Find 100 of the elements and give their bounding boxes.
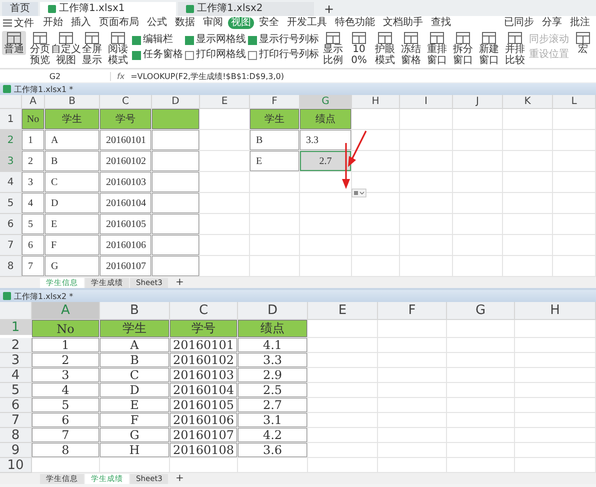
ribbon-button[interactable]: 100% [347,31,371,66]
empty-cell [152,235,200,256]
ribbon-button[interactable]: 普通 [2,31,26,55]
checkbox-option[interactable]: 任务窗格 [132,49,183,61]
toolbar-link[interactable]: 已同步 [501,17,537,29]
column-header[interactable]: B [100,302,170,320]
window-icon [430,32,444,44]
checkbox[interactable] [185,36,194,44]
table-cell: H [100,443,170,458]
ribbon-button[interactable]: 阅读模式 [106,31,130,66]
row-header[interactable]: 1 [0,109,22,130]
menu-tab[interactable]: 文档助手 [380,17,426,29]
table-cell: 20160101 [100,130,152,151]
ribbon-button[interactable]: 宏 [571,31,595,55]
column-header[interactable]: F [378,302,447,320]
checkbox-option[interactable]: 编辑栏 [132,34,183,46]
document-tab[interactable]: 工作簿1.xlsx2 [178,2,314,16]
menu-tab[interactable]: 开始 [40,17,66,29]
formula-field[interactable]: =VLOOKUP(F2,学生成绩!$B$1:D$9,3,0) [130,70,284,82]
column-header[interactable]: J [453,95,503,109]
table-cell: 2 [32,353,100,368]
menu-tab[interactable]: 开发工具 [284,17,330,29]
ribbon-button[interactable]: 拆分窗口 [451,31,475,66]
checkbox[interactable] [185,50,194,60]
checkbox-option[interactable]: 打印网格线 [185,49,246,61]
ribbon-button[interactable]: 自定义视图 [54,31,78,66]
checkbox[interactable] [132,50,141,60]
column-header[interactable]: I [400,95,453,109]
row-header[interactable]: 8 [0,256,22,277]
add-sheet-button[interactable]: + [169,278,190,288]
grid-cell [400,109,453,130]
row-header[interactable]: 10 [0,458,32,473]
row-header[interactable]: 5 [0,193,22,214]
ribbon-button[interactable]: 冻结窗格 [399,31,423,66]
toolbar-link[interactable]: 分享 [539,17,565,29]
checkbox[interactable] [248,50,257,60]
ribbon-button[interactable]: 并排比较 [503,31,527,66]
file-menu[interactable]: 文件 [3,16,34,30]
menu-tab[interactable]: 插入 [68,17,94,29]
checkbox[interactable] [248,36,257,44]
column-header[interactable]: D [152,95,200,109]
row-header[interactable]: 7 [0,235,22,256]
grid-cell [503,235,553,256]
add-sheet-button[interactable]: + [169,474,190,484]
row-header[interactable]: 5 [0,383,32,398]
column-header[interactable]: E [308,302,378,320]
column-header[interactable]: C [170,302,238,320]
paste-options-icon [352,188,366,198]
document-tab[interactable]: 工作簿1.xlsx1 [40,2,176,16]
checkbox-option[interactable]: 显示网格线 [185,34,246,46]
ribbon-button[interactable]: 全屏显示 [80,31,104,66]
ribbon-button[interactable]: 新建窗口 [477,31,501,66]
checkbox-option[interactable]: 打印行号列标 [248,49,319,61]
menu-tab[interactable]: 特色功能 [332,17,378,29]
row-header[interactable]: 6 [0,214,22,235]
column-header[interactable]: F [250,95,300,109]
function-button[interactable]: fx [117,72,125,80]
table-cell: 7 [32,428,100,443]
column-header[interactable]: G [447,302,515,320]
row-header[interactable]: 4 [0,172,22,193]
column-header[interactable]: K [503,95,553,109]
ribbon-button[interactable]: 护眼模式 [373,31,397,66]
grid-cell [308,443,378,458]
row-header[interactable]: 7 [0,413,32,428]
row-header[interactable]: 3 [0,353,32,368]
checkbox[interactable] [132,36,141,44]
grid-cell [308,428,378,443]
row-header[interactable]: 4 [0,368,32,383]
toolbar-link[interactable]: 批注 [567,17,593,29]
table-cell: 5 [22,214,45,235]
row-header[interactable]: 8 [0,428,32,443]
column-header[interactable]: H [515,302,596,320]
menu-tab[interactable]: 查找 [428,17,454,29]
menu-tab[interactable]: 数据 [172,17,198,29]
ribbon-button[interactable]: 分页预览 [28,31,52,66]
ribbon-button[interactable]: 重排窗口 [425,31,449,66]
column-header[interactable]: C [100,95,152,109]
column-header[interactable]: A [22,95,45,109]
table-cell: 4 [22,193,45,214]
column-header[interactable]: H [352,95,400,109]
row-header[interactable]: 6 [0,398,32,413]
column-header[interactable]: E [200,95,250,109]
table-cell: E [45,214,100,235]
checkbox-option[interactable]: 显示行号列标 [248,34,319,46]
menu-tab[interactable]: 页面布局 [96,17,142,29]
menu-tab[interactable]: 公式 [144,17,170,29]
menu-tab[interactable]: 审阅 [200,17,226,29]
row-header[interactable]: 2 [0,338,32,353]
spreadsheet-icon [186,5,194,13]
column-header[interactable]: L [553,95,596,109]
new-tab-button[interactable]: + [316,2,342,16]
column-header[interactable]: B [45,95,100,109]
table-cell: 20160107 [170,428,238,443]
name-box[interactable]: G2 [0,72,111,80]
menu-tab[interactable]: 安全 [256,17,282,29]
row-header[interactable]: 9 [0,443,32,458]
grid-cell [200,172,250,193]
home-tab[interactable]: 首页 [2,2,38,16]
column-header[interactable]: D [238,302,308,320]
ribbon-button[interactable]: 显示比例 [321,31,345,66]
